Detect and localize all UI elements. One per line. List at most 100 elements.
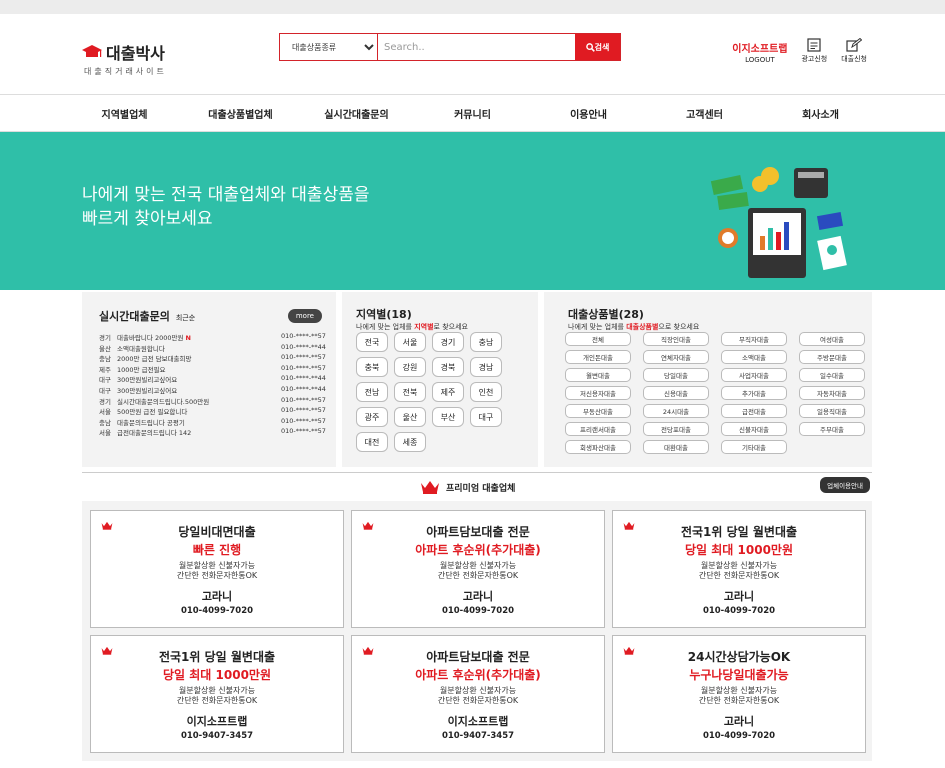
product-button[interactable]: 자동차대출: [799, 386, 865, 400]
brand-link[interactable]: 이지소프트랩: [732, 40, 787, 55]
region-button[interactable]: 충남: [470, 332, 502, 352]
realtime-row[interactable]: 경기 실시간대출문의드립니다.500만원 010-****-**57: [99, 396, 329, 407]
product-button[interactable]: 연체자대출: [643, 350, 709, 364]
search-category-select[interactable]: 대출상품종류: [280, 34, 378, 60]
region-button[interactable]: 인천: [470, 382, 502, 402]
nav-item-about[interactable]: 회사소개: [763, 95, 879, 131]
search-icon: [585, 42, 595, 52]
realtime-row[interactable]: 대구 300만원빌리고싶어요 010-****-**44: [99, 385, 329, 396]
region-button[interactable]: 세종: [394, 432, 426, 452]
realtime-row[interactable]: 서울 500만원 급전 필요합니다 010-****-**57: [99, 406, 329, 417]
card-company: 이지소프트랩: [447, 715, 509, 728]
product-button[interactable]: 부동산대출: [565, 404, 631, 418]
realtime-text: 2000만 급전 담보대출희망: [117, 355, 192, 364]
realtime-row[interactable]: 경기 대출바랍니다 2000만원 N 010-****-**57: [99, 332, 329, 343]
realtime-text-wrap: 대출문의드립니다 공평기: [117, 417, 281, 428]
realtime-text: 대출바랍니다 2000만원: [117, 334, 184, 342]
realtime-row[interactable]: 서울 급전대출문의드립니다 142 010-****-**57: [99, 427, 329, 438]
nav-item-realtime[interactable]: 실시간대출문의: [299, 95, 415, 131]
region-button[interactable]: 광주: [356, 407, 388, 427]
nav-item-regional[interactable]: 지역별업체: [67, 95, 183, 131]
card-highlight: 아파트 후순위(추가대출): [415, 668, 541, 682]
region-button[interactable]: 전남: [356, 382, 388, 402]
search-input[interactable]: [378, 34, 575, 60]
search-bar: 대출상품종류 검색: [279, 33, 621, 61]
product-button[interactable]: 주부대출: [799, 422, 865, 436]
product-button[interactable]: 무직자대출: [721, 332, 787, 346]
region-button[interactable]: 제주: [432, 382, 464, 402]
realtime-region: 경기: [99, 397, 111, 406]
region-button[interactable]: 경기: [432, 332, 464, 352]
nav-item-product[interactable]: 대출상품별업체: [183, 95, 299, 131]
product-button[interactable]: 사업자대출: [721, 368, 787, 382]
product-button[interactable]: 회생파산대출: [565, 440, 631, 454]
region-button[interactable]: 전국: [356, 332, 388, 352]
product-button[interactable]: 월변대출: [565, 368, 631, 382]
user-link[interactable]: 이지소프트랩 LOGOUT: [732, 38, 787, 64]
product-button[interactable]: 추가대출: [721, 386, 787, 400]
realtime-row[interactable]: 제주 1000만 급전필요 010-****-**57: [99, 364, 329, 375]
region-button[interactable]: 대구: [470, 407, 502, 427]
realtime-text: 300만원빌리고싶어요: [117, 376, 178, 385]
premium-card[interactable]: 전국1위 당일 월변대출 당일 최대 1000만원 월분할상환 신불자가능 간단한 전…: [90, 635, 344, 753]
region-button[interactable]: 부산: [432, 407, 464, 427]
product-button[interactable]: 개인돈대출: [565, 350, 631, 364]
product-button[interactable]: 기타대출: [721, 440, 787, 454]
product-button[interactable]: 급전대출: [721, 404, 787, 418]
card-desc: 월분할상환 신불자가능 간단한 전화문자한통OK: [91, 561, 343, 581]
product-button[interactable]: 전당포대출: [643, 422, 709, 436]
product-button[interactable]: 여성대출: [799, 332, 865, 346]
card-phone: 010-4099-7020: [702, 731, 776, 741]
region-button[interactable]: 경북: [432, 357, 464, 377]
product-button[interactable]: 신용대출: [643, 386, 709, 400]
region-button[interactable]: 대전: [356, 432, 388, 452]
realtime-text-wrap: 급전대출문의드립니다 142: [117, 427, 281, 438]
region-button[interactable]: 울산: [394, 407, 426, 427]
loan-apply-link[interactable]: 대출신청: [841, 38, 867, 64]
premium-card[interactable]: 아파트담보대출 전문 아파트 후순위(추가대출) 월분할상환 신불자가능 간단한 전화…: [351, 510, 605, 628]
product-button[interactable]: 대환대출: [643, 440, 709, 454]
premium-card[interactable]: 당일비대면대출 빠른 진행 월분할상환 신불자가능 간단한 전화문자한통OK 고라니 01…: [90, 510, 344, 628]
nav-item-support[interactable]: 고객센터: [647, 95, 763, 131]
realtime-row[interactable]: 충남 2000만 급전 담보대출희망 010-****-**57: [99, 353, 329, 364]
product-button[interactable]: 일수대출: [799, 368, 865, 382]
card-desc-2: 간단한 전화문자한통OK: [176, 696, 258, 705]
product-button[interactable]: 프리랜서대출: [565, 422, 631, 436]
nav-item-guide[interactable]: 이용안내: [531, 95, 647, 131]
product-button[interactable]: 신불자대출: [721, 422, 787, 436]
logout-link[interactable]: LOGOUT: [732, 56, 787, 64]
premium-card[interactable]: 아파트담보대출 전문 아파트 후순위(추가대출) 월분할상환 신불자가능 간단한 전화…: [351, 635, 605, 753]
premium-card[interactable]: 24시간상담가능OK 누구나당일대출가능 월분할상환 신불자가능 간단한 전화문자한통…: [612, 635, 866, 753]
product-button[interactable]: 소액대출: [721, 350, 787, 364]
product-button[interactable]: 일용직대출: [799, 404, 865, 418]
realtime-phone: 010-****-**57: [281, 427, 326, 436]
region-button[interactable]: 경남: [470, 357, 502, 377]
product-button[interactable]: 저신용자대출: [565, 386, 631, 400]
product-button[interactable]: 직장인대출: [643, 332, 709, 346]
crown-icon: [101, 646, 113, 655]
product-button[interactable]: 주방문대출: [799, 350, 865, 364]
card-desc-1: 월분할상환 신불자가능: [439, 561, 517, 570]
region-button[interactable]: 강원: [394, 357, 426, 377]
more-button[interactable]: more: [287, 309, 322, 323]
realtime-region: 제주: [99, 365, 111, 374]
premium-card[interactable]: 전국1위 당일 월변대출 당일 최대 1000만원 월분할상환 신불자가능 간단한 전…: [612, 510, 866, 628]
product-button[interactable]: 전체: [565, 332, 631, 346]
region-button[interactable]: 서울: [394, 332, 426, 352]
realtime-row[interactable]: 충남 대출문의드립니다 공평기 010-****-**57: [99, 417, 329, 428]
site-header: 대출박사 대출직거래사이트 대출상품종류 검색 이지소프트랩 LOGOUT 광고…: [0, 14, 945, 94]
site-logo[interactable]: 대출박사 대출직거래사이트: [82, 40, 167, 77]
search-button[interactable]: 검색: [575, 34, 620, 60]
card-desc: 월분할상환 신불자가능 간단한 전화문자한통OK: [352, 686, 604, 706]
card-highlight: 당일 최대 1000만원: [685, 543, 793, 557]
product-button[interactable]: 24시대출: [643, 404, 709, 418]
ad-apply-link[interactable]: 광고신청: [801, 38, 827, 64]
usage-guide-button[interactable]: 업체이용안내: [820, 477, 870, 493]
realtime-row[interactable]: 대구 300만원빌리고싶어요 010-****-**44: [99, 374, 329, 385]
region-button[interactable]: 충북: [356, 357, 388, 377]
product-button[interactable]: 당일대출: [643, 368, 709, 382]
nav-item-community[interactable]: 커뮤니티: [415, 95, 531, 131]
region-sub-post: 로 찾으세요: [433, 323, 468, 331]
realtime-row[interactable]: 울산 소액대출원합니다 010-****-**44: [99, 343, 329, 354]
region-button[interactable]: 전북: [394, 382, 426, 402]
